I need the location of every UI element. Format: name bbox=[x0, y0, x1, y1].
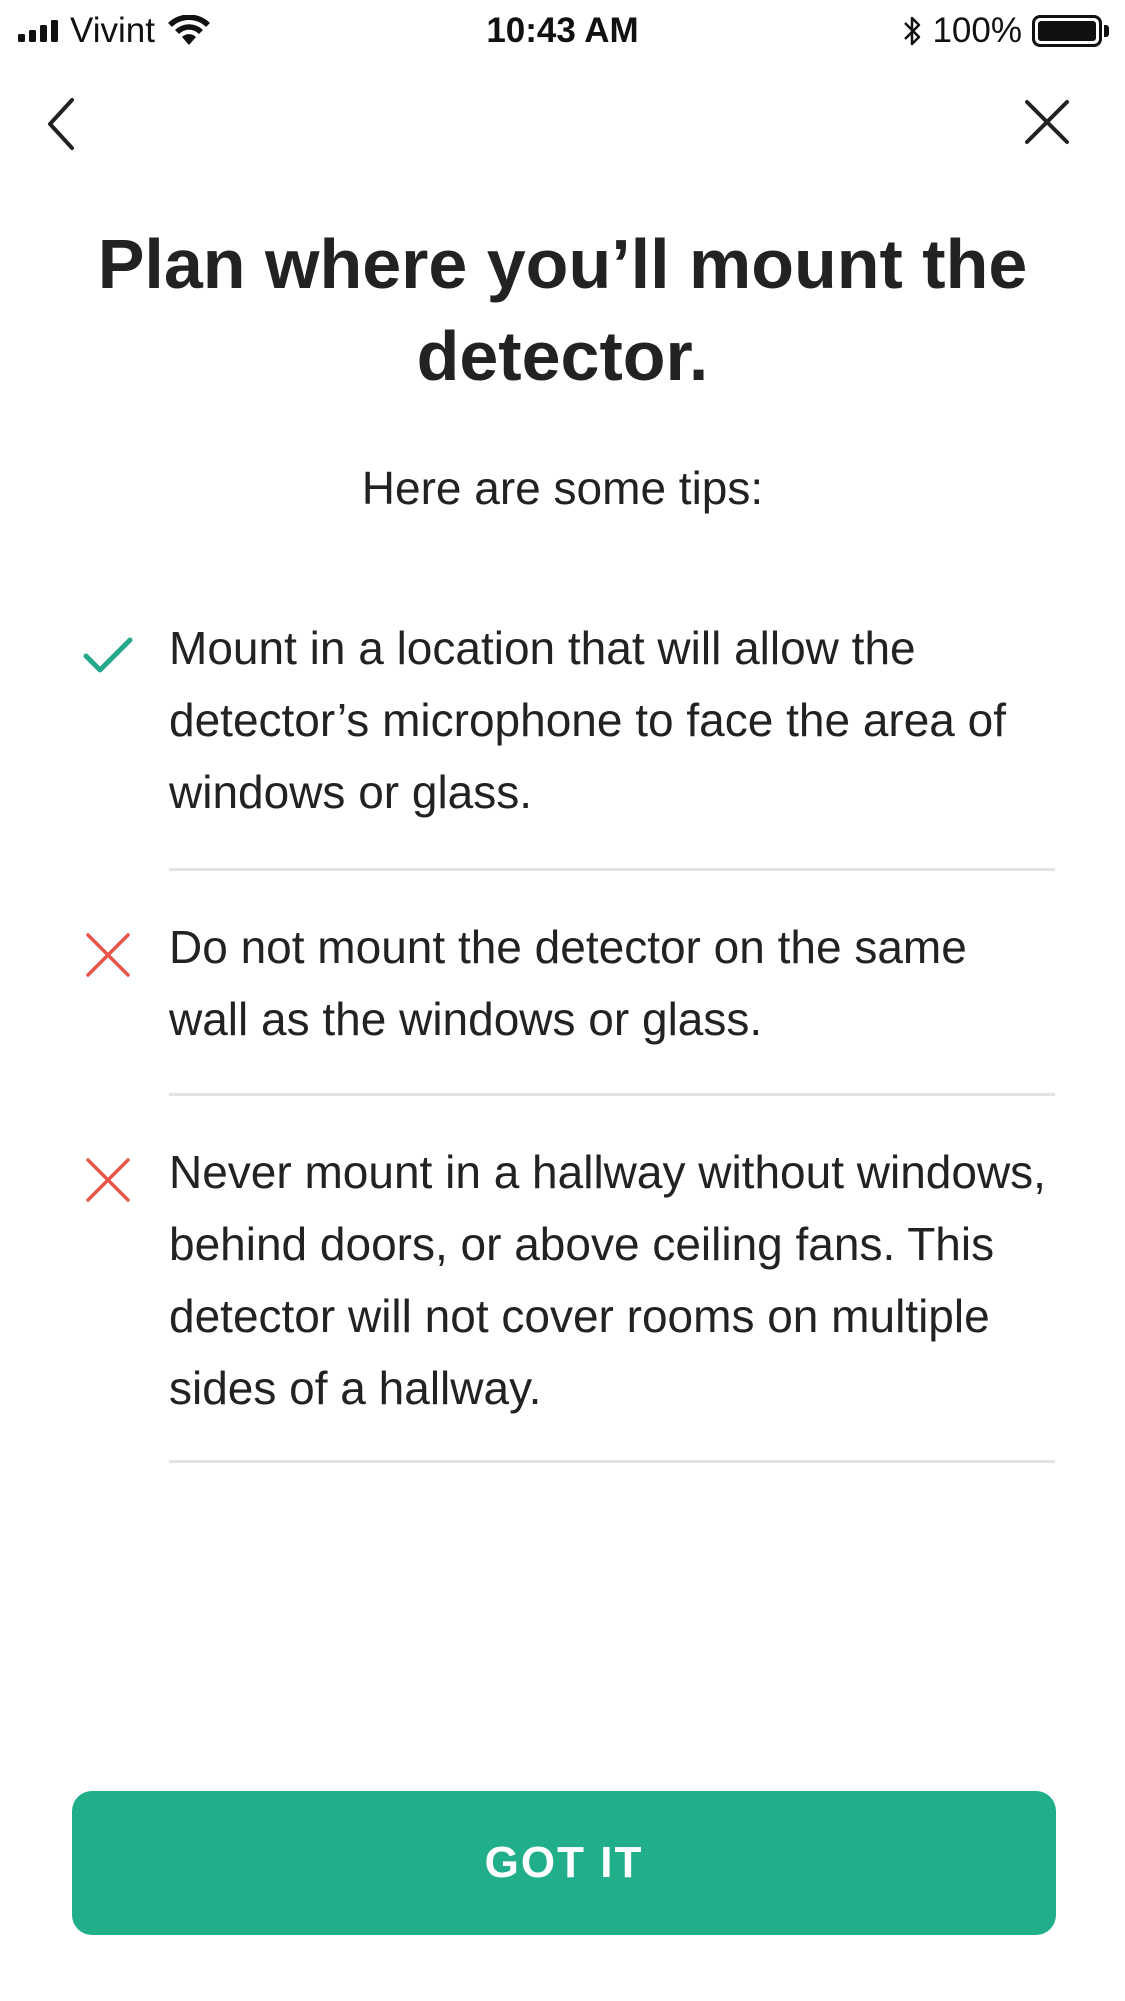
status-bar-right: 100% bbox=[900, 8, 1109, 54]
tip-text: Do not mount the detector on the same wa… bbox=[169, 921, 967, 1045]
tip-text: Never mount in a hallway without windows… bbox=[169, 1146, 1046, 1414]
divider bbox=[169, 1093, 1055, 1096]
battery-icon bbox=[1032, 15, 1102, 47]
close-icon[interactable] bbox=[1023, 98, 1071, 146]
battery-fill bbox=[1038, 21, 1096, 41]
tip-text: Mount in a location that will allow the … bbox=[169, 622, 1007, 818]
status-bar: Vivint 10:43 AM 100% bbox=[0, 0, 1125, 62]
x-icon bbox=[86, 933, 130, 977]
tip-item: Do not mount the detector on the same wa… bbox=[0, 909, 1125, 1093]
page-subtitle: Here are some tips: bbox=[361, 462, 764, 514]
bluetooth-icon bbox=[904, 16, 921, 46]
checkmark-icon bbox=[83, 637, 133, 673]
x-icon bbox=[86, 1158, 130, 1202]
got-it-button[interactable]: GOT IT bbox=[72, 1791, 1056, 1935]
tip-item: Mount in a location that will allow the … bbox=[0, 610, 1125, 868]
page-title: Plan where you’ll mount the detector. bbox=[97, 225, 1028, 395]
divider bbox=[169, 1460, 1055, 1463]
chevron-left-icon[interactable] bbox=[36, 92, 90, 156]
tip-item: Never mount in a hallway without windows… bbox=[0, 1134, 1125, 1460]
tips-list: Mount in a location that will allow the … bbox=[0, 610, 1125, 1463]
divider bbox=[169, 868, 1055, 871]
battery-nub bbox=[1104, 25, 1109, 37]
battery-percent: 100% bbox=[932, 11, 1022, 50]
